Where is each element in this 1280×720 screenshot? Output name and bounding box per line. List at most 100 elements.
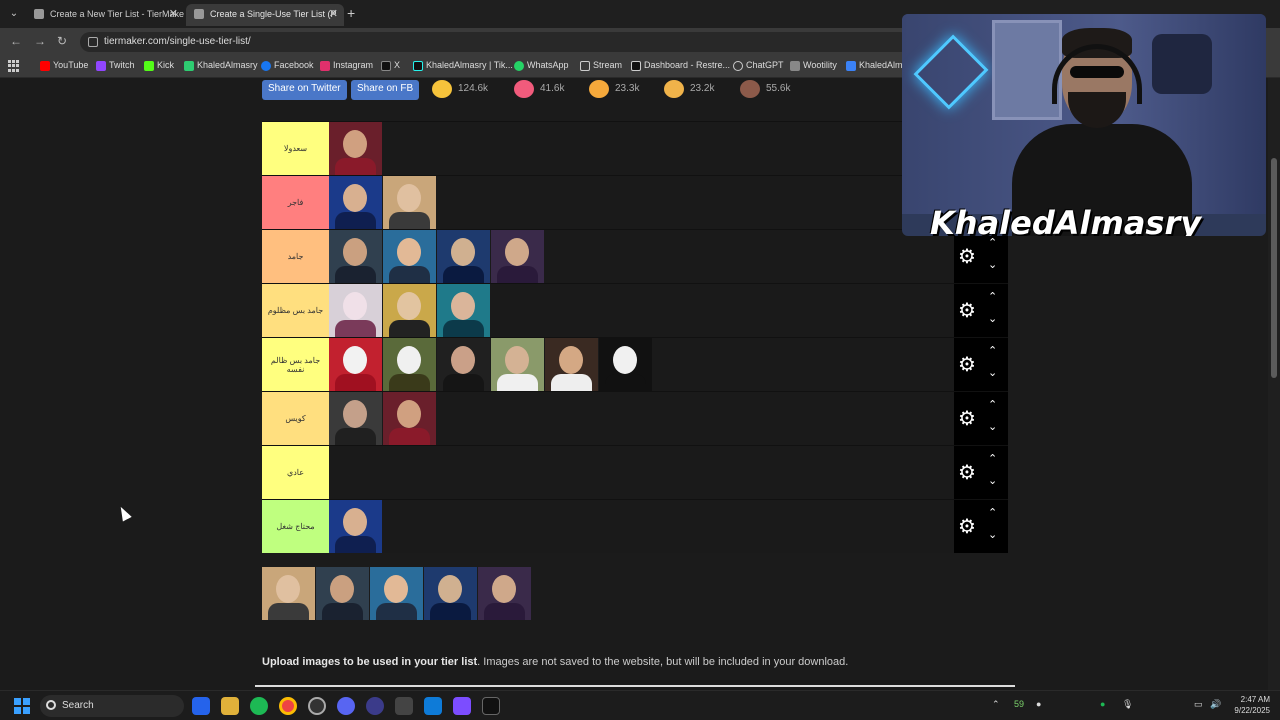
bookmark-instagram[interactable]: Instagram [320,60,373,71]
move-down-chevron-icon[interactable]: ⌄ [988,312,997,325]
gear-icon[interactable]: ⚙ [958,406,976,431]
close-tab-icon[interactable]: ✕ [329,4,338,24]
pool-item-image[interactable] [262,567,315,620]
tab-single-use-tier-list[interactable]: Create a Single-Use Tier List (P ✕ [186,4,344,26]
tab-tiermaker-new[interactable]: Create a New Tier List - TierMaker ✕ [26,4,184,26]
bookmark-x[interactable]: X [381,60,400,71]
copilot-icon[interactable] [192,697,210,715]
tier-item-image[interactable] [329,500,382,553]
bookmark-wootility[interactable]: Wootility [790,60,837,71]
reaction-5[interactable]: 55.6k [740,80,790,98]
tier-item-image[interactable] [329,392,382,445]
move-up-chevron-icon[interactable]: ⌃ [988,452,997,465]
show-hidden-icons-chevron-icon[interactable]: ⌃ [992,699,1000,710]
gear-icon[interactable]: ⚙ [958,514,976,539]
reaction-1[interactable]: 124.6k [432,80,488,98]
microphone-icon[interactable]: 🎙 [1122,699,1133,710]
file-explorer-icon[interactable] [221,697,239,715]
move-up-chevron-icon[interactable]: ⌃ [988,344,997,357]
tier-item-image[interactable] [383,392,436,445]
url-input[interactable]: tiermaker.com/single-use-tier-list/ [80,32,910,52]
store-icon[interactable] [424,697,442,715]
site-info-icon[interactable] [88,37,98,47]
tier-item-image[interactable] [437,284,490,337]
tier-item-image[interactable] [383,230,436,283]
tier-item-image[interactable] [599,338,652,391]
tier-item-image[interactable] [329,122,382,175]
tier-label[interactable]: فاجر [262,176,329,229]
close-tab-icon[interactable]: ✕ [169,4,178,24]
tier-item-image[interactable] [383,284,436,337]
tier-label[interactable]: عادي [262,446,329,499]
gear-icon[interactable]: ⚙ [958,460,976,485]
discord-icon[interactable] [337,697,355,715]
bookmark-whatsapp[interactable]: WhatsApp [514,60,569,71]
new-tab-plus-icon[interactable]: + [347,5,355,21]
pool-item-image[interactable] [424,567,477,620]
tier-item-image[interactable] [329,176,382,229]
spotify-icon[interactable] [250,697,268,715]
gear-icon[interactable]: ⚙ [958,352,976,377]
bookmark-youtube[interactable]: YouTube [40,60,88,71]
bookmark-chatgpt[interactable]: ChatGPT [733,60,784,71]
move-down-chevron-icon[interactable]: ⌄ [988,420,997,433]
move-up-chevron-icon[interactable]: ⌃ [988,398,997,411]
tab-search-chevron-icon[interactable]: ⌄ [6,6,22,22]
tier-label[interactable]: جامد بس ظالم نفسه [262,338,329,391]
tier-item-image[interactable] [491,338,544,391]
move-down-chevron-icon[interactable]: ⌄ [988,258,997,271]
share-fb-button[interactable]: Share on FB [351,80,420,100]
tray-badge-count[interactable]: 59 [1014,699,1024,709]
reaction-2[interactable]: 41.6k [514,80,564,98]
move-down-chevron-icon[interactable]: ⌄ [988,366,997,379]
keyboard-app-icon[interactable] [395,697,413,715]
bookmark-khaledalmasry[interactable]: KhaledAlmasry [184,60,258,71]
gear-icon[interactable]: ⚙ [958,244,976,269]
tier-item-image[interactable] [383,338,436,391]
apps-grid-icon[interactable] [8,60,20,72]
tier-label[interactable]: محتاج شغل [262,500,329,553]
bookmark-stream-folder[interactable]: Stream [580,60,622,71]
chrome-icon[interactable] [279,697,297,715]
page-scrollbar[interactable] [1268,78,1280,690]
volume-icon[interactable]: 🔊 [1210,699,1221,710]
tier-item-image[interactable] [329,230,382,283]
pool-item-image[interactable] [370,567,423,620]
share-twitter-button[interactable]: Share on Twitter [262,80,347,100]
bookmark-restream[interactable]: Dashboard - Restre... [631,60,730,71]
move-down-chevron-icon[interactable]: ⌄ [988,528,997,541]
system-clock[interactable]: 2:47 AM 9/22/2025 [1234,694,1270,716]
game-app-icon[interactable] [453,697,471,715]
bookmark-khaledalma[interactable]: KhaledAlma [846,60,908,71]
taskbar-search[interactable]: Search [40,695,184,717]
move-down-chevron-icon[interactable]: ⌄ [988,474,997,487]
gear-icon[interactable]: ⚙ [958,298,976,323]
tier-item-image[interactable] [329,338,382,391]
windows-start-icon[interactable] [14,698,30,714]
move-up-chevron-icon[interactable]: ⌃ [988,236,997,249]
pool-item-image[interactable] [478,567,531,620]
tier-item-image[interactable] [437,230,490,283]
network-icon[interactable]: ▭ [1194,699,1203,710]
tier-item-image[interactable] [329,284,382,337]
reload-icon[interactable]: ↻ [57,34,67,48]
move-up-chevron-icon[interactable]: ⌃ [988,506,997,519]
tray-app-icon[interactable]: ● [1036,699,1041,709]
capcut-icon[interactable] [482,697,500,715]
tier-label[interactable]: كويس [262,392,329,445]
tier-item-image[interactable] [383,176,436,229]
tier-item-image[interactable] [437,338,490,391]
bookmark-tiktok[interactable]: KhaledAlmasry | Tik... [413,60,513,71]
reaction-4[interactable]: 23.2k [664,80,714,98]
obs-icon[interactable] [308,697,326,715]
move-up-chevron-icon[interactable]: ⌃ [988,290,997,303]
forward-arrow-icon[interactable]: → [34,34,46,48]
tier-item-image[interactable] [545,338,598,391]
tier-label[interactable]: جامد بس مظلوم [262,284,329,337]
bookmark-facebook[interactable]: Facebook [261,60,314,71]
pool-item-image[interactable] [316,567,369,620]
tray-spotify-icon[interactable]: ● [1100,699,1105,709]
app-icon[interactable] [366,697,384,715]
bookmark-twitch[interactable]: Twitch [96,60,135,71]
tier-label[interactable]: سعدولا [262,122,329,175]
